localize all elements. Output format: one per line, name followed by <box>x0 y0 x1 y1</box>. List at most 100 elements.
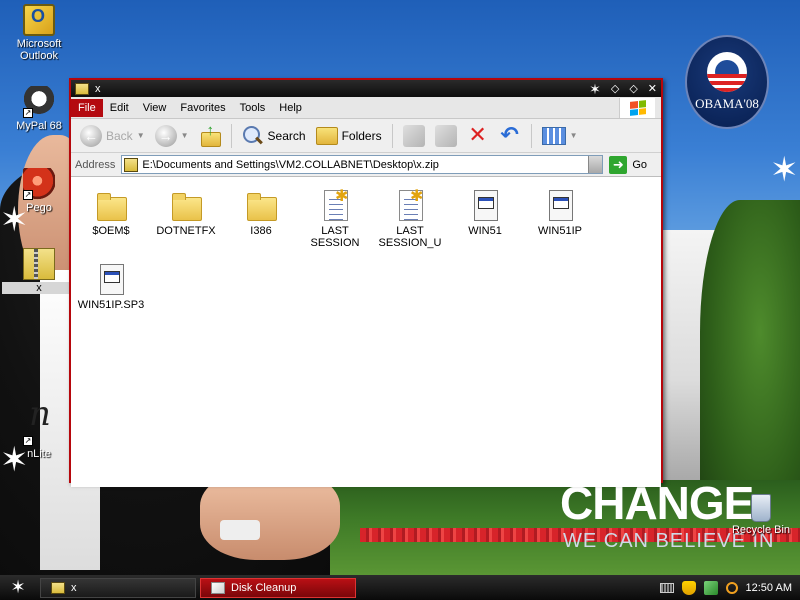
address-label: Address <box>75 158 116 171</box>
menu-tools[interactable]: Tools <box>233 99 273 117</box>
windows-logo-icon <box>619 98 655 118</box>
file-item[interactable]: LAST SESSION_U <box>373 189 447 249</box>
zip-folder-icon <box>51 581 65 594</box>
folder-icon <box>95 189 127 221</box>
task-button-disk-cleanup[interactable]: Disk Cleanup <box>200 577 356 598</box>
file-item[interactable]: $OEM$ <box>74 189 148 237</box>
explorer-window[interactable]: x ✶ ◇ ◇ ✕ File Edit View Favorites Tools… <box>69 78 663 487</box>
system-file-icon <box>544 189 576 221</box>
desktop-icon-mypal[interactable]: ↗ MyPal 68 <box>2 86 76 132</box>
zip-folder-icon <box>23 248 55 280</box>
file-item[interactable]: WIN51IP <box>523 189 597 237</box>
task-button-x[interactable]: x <box>40 577 196 598</box>
chevron-down-icon: ▼ <box>180 131 189 140</box>
zip-folder-icon <box>75 82 89 95</box>
undo-icon: ↶ <box>500 121 519 147</box>
star-icon[interactable]: ✶ <box>589 82 601 96</box>
copy-to-button[interactable] <box>432 122 460 150</box>
start-button[interactable]: ✶ <box>0 575 36 600</box>
desktop-icon-label: Recycle Bin <box>731 524 791 536</box>
file-name: WIN51IP.SP3 <box>77 299 145 311</box>
address-input[interactable]: E:\Documents and Settings\VM2.COLLABNET\… <box>121 155 604 174</box>
go-arrow-icon: ➜ <box>609 155 628 174</box>
file-list[interactable]: $OEM$ DOTNETFX I386 LAST SESSION LAST SE… <box>71 177 661 487</box>
back-button[interactable]: ← Back ▼ <box>77 122 148 150</box>
settings-file-icon <box>394 189 426 221</box>
address-dropdown-button[interactable] <box>588 156 603 173</box>
campaign-logo: OBAMA'08 <box>685 35 769 129</box>
file-name: I386 <box>250 225 272 237</box>
forward-button[interactable]: → ▼ <box>152 122 192 150</box>
toolbar: ← Back ▼ → ▼ Search Folders ✕ <box>71 119 661 153</box>
security-shield-icon[interactable] <box>681 580 696 595</box>
delete-icon: ✕ <box>468 121 487 147</box>
close-button[interactable]: ✕ <box>648 83 657 95</box>
menu-file[interactable]: File <box>71 98 103 117</box>
desktop-icon-outlook[interactable]: Microsoft Outlook <box>2 4 76 62</box>
address-bar: Address E:\Documents and Settings\VM2.CO… <box>71 153 661 177</box>
search-label: Search <box>267 128 306 143</box>
views-button[interactable]: ▼ <box>539 122 581 150</box>
minimize-button[interactable]: ◇ <box>611 83 619 95</box>
toolbar-separator <box>530 123 532 148</box>
folder-icon <box>245 189 277 221</box>
chevron-down-icon: ▼ <box>136 131 145 140</box>
folders-label: Folders <box>341 128 382 143</box>
up-button[interactable] <box>196 122 224 150</box>
move-to-icon <box>402 124 425 147</box>
window-titlebar[interactable]: x ✶ ◇ ◇ ✕ <box>71 80 661 97</box>
menu-bar: File Edit View Favorites Tools Help <box>71 97 661 119</box>
file-name: LAST SESSION <box>310 225 360 249</box>
toolbar-separator <box>391 123 393 148</box>
undo-button[interactable]: ↶ <box>496 122 524 150</box>
magnifier-icon[interactable] <box>725 581 738 594</box>
desktop-icon-pego[interactable]: ↗ Pego <box>2 168 76 214</box>
recycle-bin-icon <box>751 494 771 522</box>
desktop-icon-x[interactable]: x <box>2 248 76 294</box>
folder-icon <box>170 189 202 221</box>
desktop-icon-recycle-bin[interactable]: Recycle Bin <box>724 494 798 536</box>
file-item[interactable]: LAST SESSION <box>298 189 372 249</box>
menu-favorites[interactable]: Favorites <box>173 99 232 117</box>
toolbar-separator <box>230 123 232 148</box>
campaign-logo-text: OBAMA'08 <box>695 95 759 111</box>
search-button[interactable]: Search <box>239 122 309 150</box>
keyboard-icon[interactable] <box>659 582 674 593</box>
go-button[interactable]: ➜ Go <box>609 155 657 174</box>
file-item[interactable]: I386 <box>224 189 298 237</box>
campaign-logo-emblem <box>707 51 747 92</box>
window-title: x <box>95 82 101 95</box>
mypal-icon: ↗ <box>23 86 55 118</box>
task-label: Disk Cleanup <box>231 581 297 594</box>
clock[interactable]: 12:50 AM <box>746 582 792 594</box>
desktop-icon-label: MyPal 68 <box>16 120 62 132</box>
forward-arrow-icon: → <box>154 124 177 147</box>
menu-view[interactable]: View <box>136 99 174 117</box>
outlook-icon <box>23 4 55 36</box>
file-item[interactable]: WIN51 <box>448 189 522 237</box>
back-arrow-icon: ← <box>80 124 102 147</box>
chevron-down-icon: ▼ <box>569 131 578 140</box>
taskbar: ✶ x Disk Cleanup 12:50 AM <box>0 575 800 600</box>
folders-button[interactable]: Folders <box>313 122 385 150</box>
network-icon[interactable] <box>703 580 718 595</box>
file-item[interactable]: DOTNETFX <box>149 189 223 237</box>
maximize-button[interactable]: ◇ <box>629 83 637 95</box>
go-label: Go <box>632 158 647 171</box>
desktop-icon-nlite[interactable]: ↗ nLite <box>2 408 76 460</box>
delete-button[interactable]: ✕ <box>464 122 492 150</box>
folders-icon <box>315 126 338 145</box>
views-icon <box>541 126 566 145</box>
zip-folder-icon <box>124 157 139 172</box>
menu-edit[interactable]: Edit <box>103 99 136 117</box>
task-label: x <box>71 581 77 594</box>
wallpaper-sleeve <box>220 520 260 540</box>
back-label: Back <box>106 128 133 143</box>
desktop-icon-label: Microsoft Outlook <box>16 38 62 62</box>
move-to-button[interactable] <box>400 122 428 150</box>
star-decoration: ✶ <box>770 151 799 189</box>
file-name: WIN51 <box>468 225 502 237</box>
menu-help[interactable]: Help <box>272 99 309 117</box>
search-icon <box>242 125 264 147</box>
file-item[interactable]: WIN51IP.SP3 <box>74 263 148 311</box>
